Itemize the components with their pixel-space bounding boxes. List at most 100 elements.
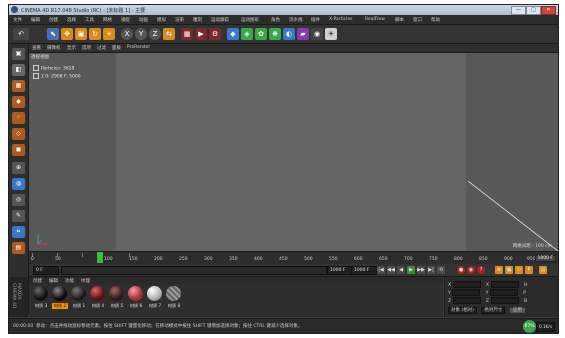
material-menu-texture[interactable]: 纹理 bbox=[81, 278, 90, 284]
live-select-button[interactable]: ⬉ bbox=[47, 28, 59, 40]
material-slot[interactable]: 材质 6 bbox=[128, 286, 144, 309]
menu-snap[interactable]: 捕捉 bbox=[121, 17, 130, 23]
polygons-mode-button[interactable]: ◼ bbox=[12, 144, 25, 156]
size-x-field[interactable] bbox=[490, 281, 519, 288]
maximize-button[interactable]: □ bbox=[526, 6, 541, 15]
subdivision-surface-button[interactable]: ◈ bbox=[241, 28, 253, 40]
workplane-button[interactable]: ◆ bbox=[12, 96, 25, 108]
close-button[interactable]: ✕ bbox=[541, 6, 556, 15]
mograph-cloner-button[interactable]: ❋ bbox=[269, 28, 281, 40]
coordinate-system-button[interactable]: ⇆ bbox=[163, 28, 175, 40]
timeline-ruler[interactable]: 0 50 100 150 200 250 300 350 400 450 500… bbox=[29, 251, 558, 264]
scale-tool-button[interactable]: ▣ bbox=[75, 28, 87, 40]
playhead[interactable] bbox=[97, 252, 103, 263]
menu-realflow[interactable]: RealFlow bbox=[365, 17, 385, 22]
next-key-button[interactable]: ▶▶ bbox=[417, 266, 425, 274]
viewport-menu-cameras[interactable]: 摄像机 bbox=[47, 45, 61, 51]
menu-create[interactable]: 创建 bbox=[49, 17, 58, 23]
move-tool-button[interactable]: ✥ bbox=[61, 28, 73, 40]
menu-character[interactable]: 角色 bbox=[271, 17, 280, 23]
edges-mode-button[interactable]: ◇ bbox=[12, 128, 25, 140]
scale-key-button[interactable]: ▣ bbox=[505, 266, 513, 274]
timeline-menu-button[interactable]: ▤ bbox=[539, 266, 547, 274]
material-menu-create[interactable]: 创建 bbox=[33, 278, 42, 284]
minimize-button[interactable]: — bbox=[511, 6, 526, 15]
viewport-menu-panel[interactable]: 面板 bbox=[112, 45, 121, 51]
previous-frame-button[interactable]: ◀ bbox=[397, 266, 405, 274]
rotation-key-button[interactable]: ↻ bbox=[515, 266, 523, 274]
size-y-field[interactable] bbox=[489, 289, 518, 296]
max-frame-field[interactable]: 1000 F bbox=[351, 266, 377, 275]
menu-sculpt[interactable]: 雕刻 bbox=[193, 17, 202, 23]
menu-script[interactable]: 脚本 bbox=[395, 17, 404, 23]
material-menu-edit[interactable]: 编辑 bbox=[49, 278, 58, 284]
loop-button[interactable]: ⟲ bbox=[437, 266, 445, 274]
autokey-button[interactable]: ◉ bbox=[467, 266, 475, 274]
pos-y-field[interactable] bbox=[452, 289, 481, 296]
viewport-menu-filter[interactable]: 过滤 bbox=[97, 45, 106, 51]
size-mode-select[interactable]: 绝对尺寸 bbox=[481, 307, 506, 314]
menu-animate[interactable]: 动画 bbox=[139, 17, 148, 23]
material-slot-selected[interactable]: 材质 2 bbox=[52, 286, 68, 309]
material-menu-function[interactable]: 功能 bbox=[65, 278, 74, 284]
array-button[interactable]: ✿ bbox=[255, 28, 267, 40]
menu-plugins[interactable]: 插件 bbox=[311, 17, 320, 23]
y-axis-lock-button[interactable]: Y bbox=[135, 28, 147, 40]
play-button[interactable]: ▶ bbox=[407, 266, 415, 274]
render-view-button[interactable]: ▦ bbox=[181, 28, 193, 40]
viewport-menu-options[interactable]: 选项 bbox=[82, 45, 91, 51]
points-mode-button[interactable]: ⁘ bbox=[12, 112, 25, 124]
texture-mode-button[interactable]: ▦ bbox=[12, 80, 25, 92]
viewport-menu-display[interactable]: 显示 bbox=[67, 45, 76, 51]
menu-pipeline[interactable]: 流水线 bbox=[289, 17, 303, 23]
menu-mesh[interactable]: 网格 bbox=[103, 17, 112, 23]
light-button[interactable]: ☀ bbox=[325, 28, 337, 40]
lock-workplane-button[interactable]: ⌗ bbox=[12, 226, 25, 238]
keyframe-selection-button[interactable]: ? bbox=[477, 266, 485, 274]
apply-button[interactable]: 应用 bbox=[509, 308, 525, 313]
record-button[interactable]: ● bbox=[457, 266, 465, 274]
position-key-button[interactable]: ✥ bbox=[495, 266, 503, 274]
cube-object-button[interactable]: ◆ bbox=[227, 28, 239, 40]
make-editable-button[interactable]: ▣ bbox=[12, 48, 25, 60]
model-mode-button[interactable]: ◧ bbox=[12, 64, 25, 76]
x-axis-lock-button[interactable]: X bbox=[121, 28, 133, 40]
sculpt-button[interactable]: ✎ bbox=[12, 210, 25, 222]
go-to-end-button[interactable]: ▶| bbox=[427, 266, 435, 274]
undo-button[interactable]: ↶ bbox=[13, 28, 29, 40]
frame-range-slider[interactable] bbox=[61, 266, 327, 275]
material-slot[interactable]: 材质 5 bbox=[109, 286, 125, 309]
add-object-button[interactable]: + bbox=[103, 28, 115, 40]
end-frame-field[interactable]: 1000 F bbox=[327, 266, 353, 275]
menu-tools[interactable]: 工具 bbox=[85, 17, 94, 23]
menu-motion-tracker[interactable]: 运动跟踪 bbox=[211, 17, 229, 23]
material-slot[interactable]: 材质 1 bbox=[71, 286, 87, 309]
camera-button[interactable]: ◉ bbox=[311, 28, 323, 40]
solo-button[interactable]: ▤ bbox=[12, 242, 25, 254]
menu-help[interactable]: 帮助 bbox=[431, 17, 440, 23]
material-slot[interactable]: 材质 8 bbox=[166, 286, 182, 309]
parameter-key-button[interactable]: P bbox=[525, 266, 533, 274]
menu-x-particles[interactable]: X-Particles bbox=[329, 17, 352, 22]
menu-file[interactable]: 文件 bbox=[13, 17, 22, 23]
enable-axis-button[interactable]: ⊕ bbox=[12, 162, 25, 174]
material-slot[interactable]: 材质 4 bbox=[90, 286, 106, 309]
render-settings-button[interactable]: ⚙ bbox=[209, 28, 221, 40]
menu-mograph[interactable]: 运动图形 bbox=[241, 17, 259, 23]
menu-render[interactable]: 渲染 bbox=[175, 17, 184, 23]
layout-switcher[interactable]: MAXON CINEMA 4D bbox=[9, 277, 28, 317]
menu-select[interactable]: 选择 bbox=[67, 17, 76, 23]
menu-simulate[interactable]: 模拟 bbox=[157, 17, 166, 23]
render-picture-viewer-button[interactable]: ▶ bbox=[195, 28, 207, 40]
coordinate-mode-select[interactable]: 对象 (相对) bbox=[448, 307, 477, 314]
rotate-tool-button[interactable]: ↻ bbox=[89, 28, 101, 40]
z-axis-lock-button[interactable]: Z bbox=[149, 28, 161, 40]
previous-key-button[interactable]: ◀◀ bbox=[387, 266, 395, 274]
menu-edit[interactable]: 编辑 bbox=[31, 17, 40, 23]
material-slot[interactable]: 材质 3 bbox=[33, 286, 49, 309]
go-to-start-button[interactable]: |◀ bbox=[377, 266, 385, 274]
size-z-field[interactable] bbox=[490, 297, 519, 304]
pos-x-field[interactable] bbox=[452, 281, 481, 288]
viewport-menu-prorender[interactable]: ProRender bbox=[127, 45, 150, 50]
menu-window[interactable]: 窗口 bbox=[413, 17, 422, 23]
